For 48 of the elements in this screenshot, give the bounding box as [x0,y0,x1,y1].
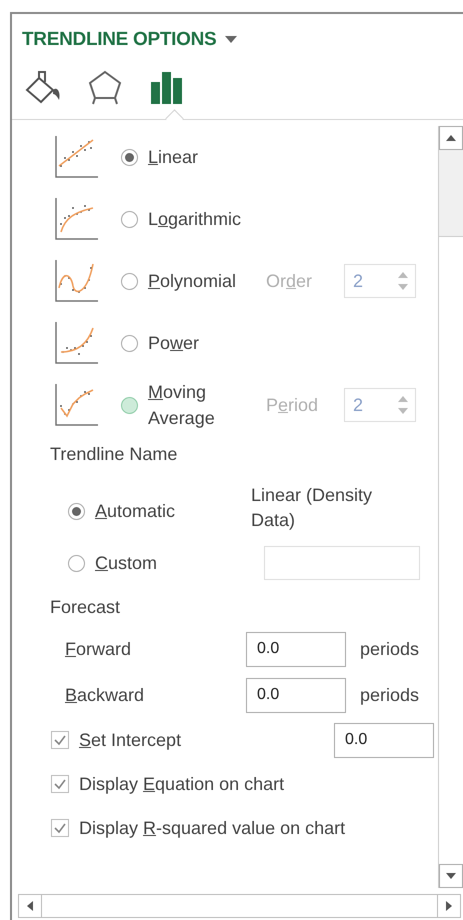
checkmark-icon [53,822,67,834]
horizontal-scrollbar[interactable] [18,894,461,918]
scroll-up-icon[interactable] [439,126,463,150]
checkmark-icon [53,734,67,746]
checkbox[interactable] [51,819,69,837]
trend-type-label[interactable]: Polynomial [148,268,266,294]
radio-button[interactable] [121,272,138,290]
trendline-chart-icon [55,260,99,302]
name-option-label[interactable]: Automatic [95,500,251,522]
radio-button[interactable] [121,396,138,414]
unit-label: periods [360,684,420,706]
checkbox[interactable] [51,775,69,793]
trendline-chart-icon [55,198,99,240]
trend-type-label[interactable]: Power [148,330,266,356]
option-label: Period [266,394,320,416]
section-heading: Forecast [49,597,122,618]
scroll-thumb[interactable] [439,150,463,236]
trendline-chart-icon [55,136,99,178]
checkmark-icon [53,778,67,790]
trend-type-label[interactable]: Linear [148,144,266,170]
custom-name-field[interactable] [264,546,420,580]
caret-icon[interactable] [224,35,238,45]
forecast-field[interactable]: 0.0 [246,678,346,712]
radio-button[interactable] [121,148,138,166]
trendline-chart-icon [55,384,99,426]
scroll-down-icon[interactable] [439,864,463,888]
trendline-chart-icon [55,322,99,364]
automatic-name-text: Linear (Density Data) [251,484,374,532]
checkbox-label[interactable]: Display R-squared value on chart [79,818,346,838]
checkbox[interactable] [51,731,69,749]
panel-title: TRENDLINE OPTIONS [22,29,216,51]
name-option-label[interactable]: Custom [95,552,251,574]
radio-button[interactable] [121,334,138,352]
unit-label: periods [360,638,420,660]
section-heading: Trendline Name [49,444,178,465]
forecast-field[interactable]: 0.0 [246,632,346,666]
radio-button[interactable] [68,554,85,572]
radio-button[interactable] [121,210,138,228]
checkbox-label[interactable]: Set Intercept [79,730,182,750]
forecast-label: Forward [65,638,132,660]
vertical-scrollbar[interactable] [438,126,463,888]
option-label: Order [266,270,314,292]
forecast-label: Backward [65,684,146,706]
intercept-field[interactable]: 0.0 [334,722,434,758]
checkbox-label[interactable]: Display Equation on chart [79,774,284,794]
trend-type-label[interactable]: Moving Average [148,379,266,431]
radio-button[interactable] [68,502,85,520]
trend-type-label[interactable]: Logarithmic [148,206,266,232]
